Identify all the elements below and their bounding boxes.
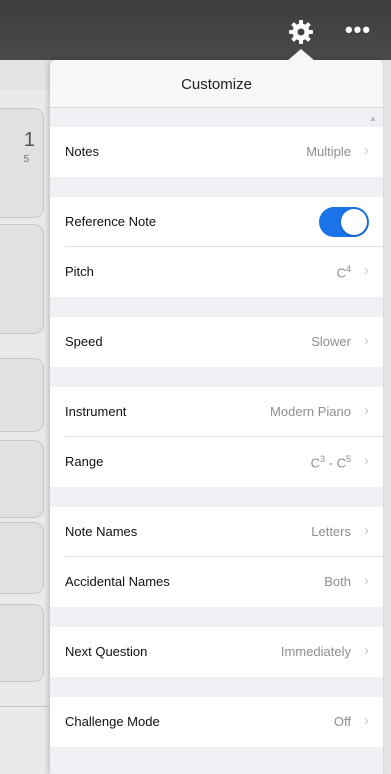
background-edge — [383, 60, 391, 774]
chevron-right-icon: › — [364, 642, 369, 659]
chevron-right-icon: › — [364, 262, 369, 279]
range-label: Range — [65, 454, 104, 469]
range-low-note: C — [310, 455, 321, 471]
pitch-row[interactable]: Pitch C4 › — [50, 247, 383, 297]
chevron-right-icon: › — [364, 142, 369, 159]
scroll-up-icon[interactable]: ▲ — [369, 114, 377, 123]
reference-note-row: Reference Note — [50, 197, 383, 247]
note-names-label: Note Names — [65, 524, 138, 539]
instrument-row[interactable]: Instrument Modern Piano › — [50, 387, 383, 437]
range-value: C3 - C5 — [311, 454, 351, 470]
chevron-right-icon: › — [364, 522, 369, 539]
challenge-mode-value: Off — [333, 714, 351, 729]
pitch-note: C — [336, 265, 346, 281]
speed-row[interactable]: Speed Slower › — [50, 317, 383, 367]
more-icon[interactable]: ••• — [338, 19, 378, 42]
card-number: 1 — [23, 129, 35, 151]
reference-note-label: Reference Note — [65, 214, 157, 229]
chevron-right-icon: › — [364, 402, 369, 419]
gear-icon[interactable] — [288, 19, 314, 45]
background-card[interactable] — [0, 522, 44, 594]
pitch-label: Pitch — [65, 264, 94, 279]
range-separator: - — [325, 455, 337, 471]
popover-arrow — [287, 49, 315, 61]
challenge-mode-label: Challenge Mode — [65, 714, 160, 729]
range-row[interactable]: Range C3 - C5 › — [50, 437, 383, 487]
top-toolbar: ••• — [0, 0, 391, 60]
background-card[interactable] — [0, 604, 44, 682]
next-question-label: Next Question — [65, 644, 148, 659]
chevron-right-icon: › — [364, 332, 369, 349]
notes-value: Multiple — [306, 144, 351, 159]
speed-value: Slower — [311, 334, 351, 349]
background-card[interactable] — [0, 224, 44, 334]
background-card[interactable]: 1 5 — [0, 108, 44, 218]
background-strip — [0, 60, 50, 90]
pitch-octave: 4 — [345, 264, 351, 274]
range-high-octave: 5 — [345, 454, 351, 464]
popover-header: Customize — [50, 60, 383, 108]
divider — [0, 706, 50, 707]
background-card[interactable] — [0, 358, 44, 432]
speed-label: Speed — [65, 334, 103, 349]
chevron-right-icon: › — [364, 572, 369, 589]
background-card[interactable] — [0, 440, 44, 518]
accidental-names-label: Accidental Names — [65, 574, 170, 589]
range-high-note: C — [336, 455, 346, 471]
notes-label: Notes — [65, 144, 99, 159]
chevron-right-icon: › — [364, 452, 369, 469]
popover-title: Customize — [181, 76, 252, 93]
card-sub-number: 5 — [23, 154, 29, 165]
instrument-value: Modern Piano — [270, 404, 351, 419]
next-question-value: Immediately — [280, 644, 351, 659]
chevron-right-icon: › — [364, 712, 369, 729]
notes-row[interactable]: Notes Multiple › — [50, 127, 383, 177]
toggle-knob — [341, 209, 367, 235]
reference-note-toggle[interactable] — [319, 207, 369, 237]
next-question-row[interactable]: Next Question Immediately › — [50, 627, 383, 677]
customize-popover: Customize ▲ Notes Multiple › Reference N… — [50, 60, 383, 774]
instrument-label: Instrument — [65, 404, 127, 419]
accidental-names-row[interactable]: Accidental Names Both › — [50, 557, 383, 607]
challenge-mode-row[interactable]: Challenge Mode Off › — [50, 697, 383, 747]
pitch-value: C4 — [337, 264, 351, 280]
accidental-names-value: Both — [324, 574, 351, 589]
note-names-value: Letters — [311, 524, 351, 539]
note-names-row[interactable]: Note Names Letters › — [50, 507, 383, 557]
